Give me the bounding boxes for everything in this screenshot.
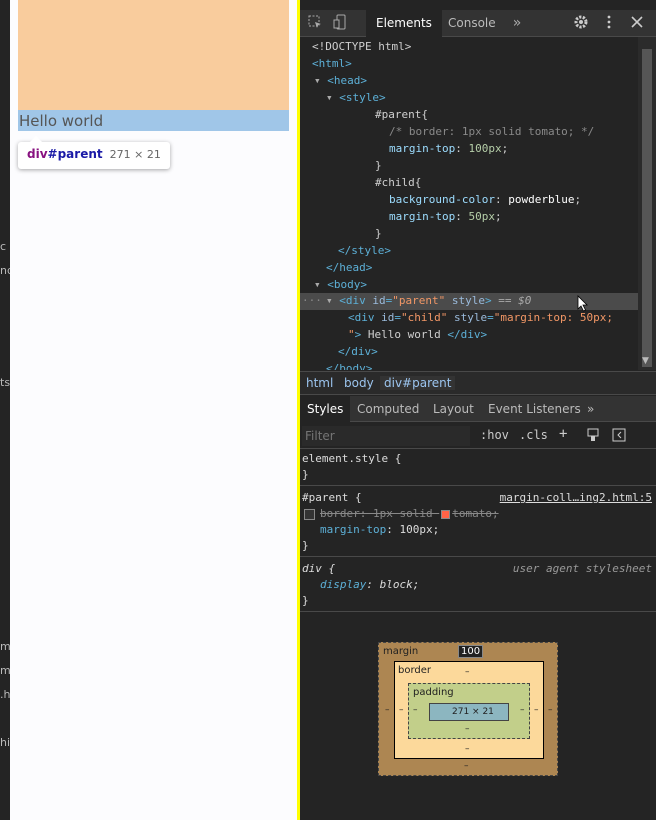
dom-line[interactable]: </div> (300, 344, 638, 361)
dom-line[interactable]: </body> (300, 361, 638, 370)
expand-triangle-icon[interactable]: ▾ (314, 278, 321, 291)
border-label: border (398, 665, 432, 676)
strip-glyph: .h (0, 688, 11, 701)
dom-line[interactable]: ▾ <style> (300, 90, 638, 107)
margin-top-declaration[interactable]: margin-top: 100px; (302, 522, 654, 538)
inspect-element-icon[interactable] (306, 14, 324, 32)
toggle-sidebar-icon[interactable] (612, 428, 626, 445)
div-ua-rule[interactable]: div { user agent stylesheet display: blo… (300, 557, 656, 612)
expand-triangle-icon[interactable]: ▾ (326, 294, 333, 307)
dom-line[interactable]: "> Hello world </div> (300, 327, 638, 344)
box-model-padding[interactable]: padding – – – 271 × 21 (408, 683, 530, 739)
more-tabs-icon[interactable]: » (580, 396, 601, 422)
border-declaration[interactable]: border: 1px solid tomato; (302, 506, 654, 522)
tab-console[interactable]: Console (438, 10, 506, 37)
box-model-content[interactable]: 271 × 21 (429, 703, 509, 721)
strip-glyph: c (0, 240, 7, 253)
dom-line[interactable]: background-color: powderblue; (300, 192, 638, 209)
padding-label: padding (413, 687, 454, 698)
cls-button[interactable]: .cls (519, 428, 548, 442)
element-style-rule[interactable]: element.style { } (300, 450, 656, 486)
dom-line[interactable]: margin-top: 50px; (300, 209, 638, 226)
hov-button[interactable]: :hov (480, 428, 509, 442)
dom-line[interactable]: /* border: 1px solid tomato; */ (300, 124, 638, 141)
breadcrumb-html[interactable]: html (302, 376, 337, 390)
dom-scrollbar[interactable]: ▼ (638, 37, 656, 370)
scrollbar-thumb[interactable] (642, 49, 652, 367)
new-rule-button[interactable]: + (559, 426, 567, 442)
tooltip-tag: div (27, 147, 48, 161)
element-tooltip: div#parent 271 × 21 (18, 136, 170, 169)
dom-line[interactable]: <!DOCTYPE html> (300, 39, 638, 56)
computed-styles-icon[interactable] (586, 428, 600, 445)
dom-line[interactable]: ▾ <head> (300, 73, 638, 90)
device-toolbar-icon[interactable] (332, 14, 350, 32)
dom-line[interactable]: margin-top: 100px; (300, 141, 638, 158)
tooltip-id: #parent (47, 147, 103, 161)
ua-label: user agent stylesheet (512, 562, 652, 575)
dom-line[interactable]: <div id="child" style="margin-top: 50px; (300, 310, 638, 327)
content-size: 271 × 21 (452, 707, 494, 717)
kebab-menu-icon[interactable] (600, 14, 618, 32)
close-icon[interactable] (628, 14, 646, 32)
hello-world-text: Hello world (19, 112, 104, 130)
background-window-strip: c nd ts m m .h hi (0, 0, 14, 820)
styles-rules: element.style { } #parent { margin-coll…… (300, 450, 656, 612)
dom-line[interactable]: </head> (300, 260, 638, 277)
scroll-down-icon[interactable]: ▼ (642, 356, 649, 366)
devtools-panel: Elements Console » <!DOCTYPE html> <html… (300, 0, 656, 820)
dom-line[interactable]: <html> (300, 56, 638, 73)
dom-line-selected[interactable]: ··· ▾ <div id="parent" style> == $0 (300, 293, 638, 312)
settings-gear-icon[interactable] (572, 14, 590, 32)
expand-triangle-icon[interactable]: ▾ (326, 91, 333, 104)
breadcrumb-body[interactable]: body (340, 376, 378, 390)
strip-glyph: hi (0, 736, 11, 749)
tooltip-size: 271 × 21 (109, 148, 161, 161)
dom-tree: <!DOCTYPE html> <html> ▾ <head> ▾ <style… (300, 37, 638, 370)
display-declaration: display: block; (320, 578, 420, 591)
margin-highlight (18, 0, 289, 110)
tab-elements[interactable]: Elements (366, 10, 442, 37)
tab-layout[interactable]: Layout (426, 396, 481, 422)
tab-computed[interactable]: Computed (350, 396, 426, 422)
dom-line[interactable]: </style> (300, 243, 638, 260)
dollar-zero-ref: == $0 (498, 294, 532, 307)
dom-line[interactable]: ▾ <body> (300, 277, 638, 294)
more-tabs-icon[interactable]: » (508, 14, 526, 32)
margin-top-value[interactable]: 100 (458, 645, 484, 658)
tab-event-listeners[interactable]: Event Listeners (481, 396, 588, 422)
dom-line[interactable]: #child{ (300, 175, 638, 192)
breadcrumb: html body div#parent (300, 371, 656, 395)
devtools-toolbar: Elements Console » (300, 10, 656, 37)
dom-line[interactable]: #parent{ (300, 107, 638, 124)
expand-triangle-icon[interactable]: ▾ (314, 74, 321, 87)
margin-label: margin (383, 646, 419, 657)
filter-input[interactable] (302, 426, 470, 446)
tab-styles[interactable]: Styles (300, 396, 351, 422)
color-swatch[interactable] (441, 509, 451, 519)
page-viewport: Hello world div#parent 271 × 21 (10, 0, 297, 820)
breadcrumb-div-parent[interactable]: div#parent (380, 376, 456, 390)
styles-tab-bar: Styles Computed Layout Event Listeners » (300, 396, 656, 422)
declaration-checkbox[interactable] (304, 509, 315, 520)
box-model-border[interactable]: border – – – – padding – – – 271 × 21 (394, 661, 544, 759)
parent-rule[interactable]: #parent { margin-coll…ing2.html:5 border… (300, 486, 656, 557)
dom-line[interactable]: } (300, 158, 638, 175)
dom-line[interactable]: } (300, 226, 638, 243)
styles-filter-bar: :hov .cls + (300, 423, 656, 449)
ellipsis-icon[interactable]: ··· (302, 293, 322, 310)
source-link[interactable]: margin-coll…ing2.html:5 (500, 490, 652, 506)
strip-glyph: ts (0, 376, 11, 389)
box-model-margin[interactable]: margin 100 – – – border – – – – padding … (378, 642, 558, 776)
